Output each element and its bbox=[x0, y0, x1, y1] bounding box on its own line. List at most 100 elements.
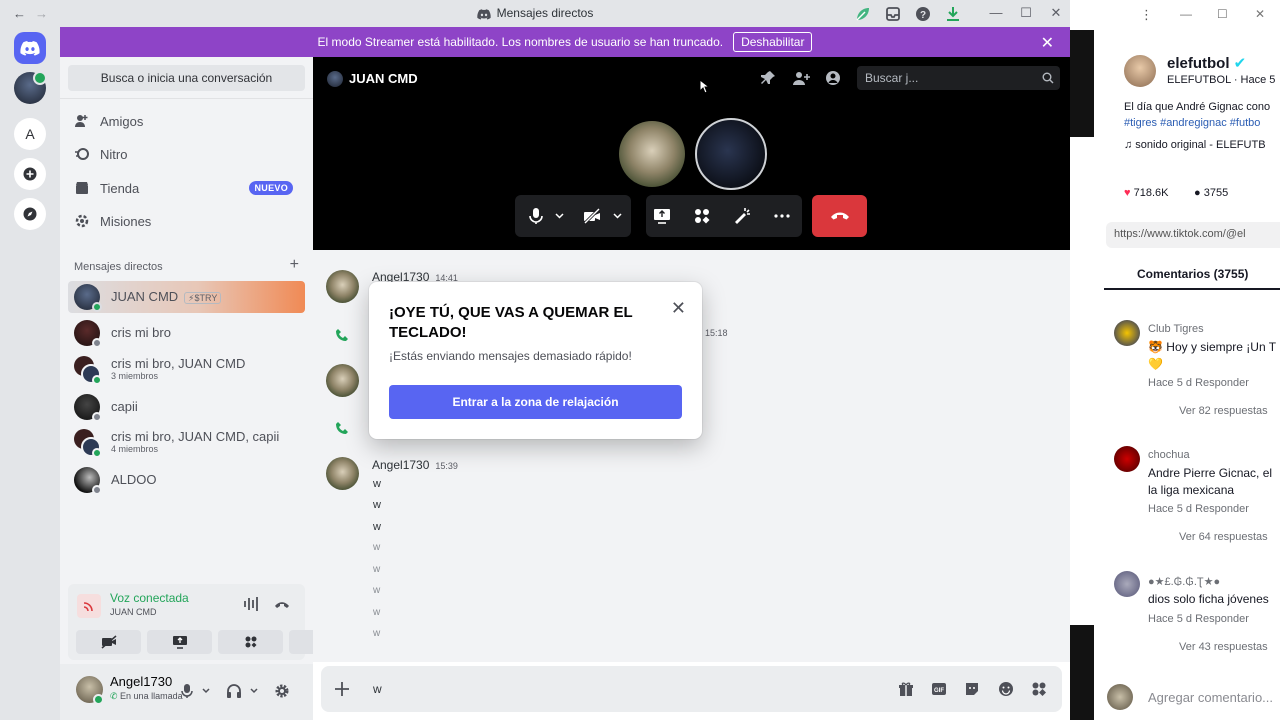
comment-meta[interactable]: Hace 5 d Responder bbox=[1148, 613, 1249, 625]
more-options-icon[interactable] bbox=[773, 207, 791, 225]
close-banner-button[interactable]: ✕ bbox=[1041, 33, 1054, 53]
chevron-down-icon[interactable] bbox=[613, 213, 622, 219]
account-name[interactable]: elefutbol ✔ bbox=[1167, 54, 1246, 72]
microphone-icon[interactable] bbox=[180, 683, 194, 699]
message-avatar[interactable] bbox=[326, 270, 359, 303]
comment-bubble-icon: ● bbox=[1194, 187, 1201, 199]
noise-suppression-icon[interactable] bbox=[243, 596, 261, 612]
video-sound[interactable]: ♫ sonido original - ELEFUTB bbox=[1124, 139, 1266, 151]
comment-avatar[interactable] bbox=[1114, 320, 1140, 346]
dm-item-capii[interactable]: capii bbox=[68, 391, 305, 423]
camera-off-icon[interactable] bbox=[583, 207, 601, 225]
comment-text: la liga mexicana bbox=[1148, 483, 1235, 497]
message-author[interactable]: Angel1730 15:39 bbox=[372, 458, 458, 472]
comment-user[interactable]: chochua bbox=[1148, 449, 1190, 461]
nav-shop[interactable]: Tienda bbox=[74, 175, 139, 201]
video-hashtags[interactable]: #tigres #andregignac #futbo bbox=[1124, 117, 1260, 129]
screen-share-button[interactable] bbox=[147, 630, 212, 654]
comment-user[interactable]: ●★£.₲.₲.Ʈ★● bbox=[1148, 575, 1220, 588]
chevron-down-icon[interactable] bbox=[250, 688, 258, 694]
close-window-button[interactable]: ✕ bbox=[1046, 4, 1066, 22]
comment-count[interactable]: ● 3755 bbox=[1194, 187, 1228, 199]
browser-minimize-button[interactable]: — bbox=[1180, 7, 1192, 21]
settings-gear-icon[interactable] bbox=[274, 683, 290, 699]
like-count[interactable]: ♥ 718.6K bbox=[1124, 187, 1168, 199]
share-link-field[interactable]: https://www.tiktok.com/@el bbox=[1106, 222, 1280, 248]
server-a[interactable]: A bbox=[14, 118, 46, 150]
plus-icon bbox=[23, 167, 37, 181]
headphones-icon[interactable] bbox=[226, 683, 242, 699]
browser-close-button[interactable]: ✕ bbox=[1255, 7, 1265, 21]
sticker-icon[interactable] bbox=[964, 681, 980, 697]
chevron-down-icon[interactable] bbox=[555, 213, 564, 219]
gif-icon[interactable]: GIF bbox=[931, 681, 947, 697]
add-comment-input[interactable]: Agregar comentario... bbox=[1148, 690, 1273, 705]
add-server-button[interactable] bbox=[14, 158, 46, 190]
add-friends-icon[interactable] bbox=[792, 70, 810, 86]
message-avatar[interactable] bbox=[326, 457, 359, 490]
comment-meta[interactable]: Hace 5 d Responder bbox=[1148, 377, 1249, 389]
comment-avatar[interactable] bbox=[1114, 446, 1140, 472]
dm-item-juan-cmd[interactable]: JUAN CMD ⚡$TRY bbox=[68, 281, 305, 313]
nav-nitro[interactable]: Nitro bbox=[74, 141, 127, 167]
activities-button[interactable] bbox=[218, 630, 283, 654]
explore-button[interactable] bbox=[14, 198, 46, 230]
nav-quests[interactable]: Misiones bbox=[74, 208, 151, 234]
browser-maximize-button[interactable]: ☐ bbox=[1217, 7, 1228, 21]
nav-shop-label: Tienda bbox=[100, 180, 140, 196]
apps-icon[interactable] bbox=[1031, 681, 1047, 697]
participant-avatar-angel[interactable] bbox=[619, 121, 685, 187]
create-dm-button[interactable]: + bbox=[290, 256, 299, 274]
nitro-leaf-icon[interactable] bbox=[854, 5, 872, 23]
maximize-button[interactable]: ☐ bbox=[1016, 4, 1036, 22]
message-avatar[interactable] bbox=[326, 364, 359, 397]
account-avatar[interactable] bbox=[1124, 55, 1156, 87]
message-input[interactable]: w bbox=[373, 682, 382, 696]
modal-close-button[interactable]: ✕ bbox=[671, 298, 686, 319]
dm-item-cris[interactable]: cris mi bro bbox=[68, 317, 305, 349]
microphone-icon[interactable] bbox=[527, 207, 545, 225]
search-input[interactable]: Buscar j... bbox=[857, 66, 1060, 90]
help-icon[interactable]: ? bbox=[914, 5, 932, 23]
soundboard-icon[interactable] bbox=[733, 207, 751, 225]
username[interactable]: Angel1730 bbox=[110, 674, 172, 689]
chevron-down-icon[interactable] bbox=[202, 688, 210, 694]
minimize-button[interactable]: — bbox=[986, 4, 1006, 22]
view-replies[interactable]: Ver 43 respuestas bbox=[1179, 641, 1268, 653]
attach-plus-icon[interactable] bbox=[334, 681, 350, 697]
enter-relax-zone-button[interactable]: Entrar a la zona de relajación bbox=[389, 385, 682, 419]
nav-friends-label: Amigos bbox=[100, 113, 144, 129]
search-conversation-button[interactable]: Busca o inicia una conversación bbox=[68, 65, 305, 91]
dm-item-aldoo[interactable]: ALDOO bbox=[68, 464, 305, 496]
direct-messages-home[interactable] bbox=[14, 32, 46, 64]
activities-icon[interactable] bbox=[693, 207, 711, 225]
screen-share-icon[interactable] bbox=[653, 207, 671, 225]
inbox-icon[interactable] bbox=[884, 5, 902, 23]
comment-user[interactable]: Club Tigres bbox=[1148, 323, 1204, 335]
comment-avatar[interactable] bbox=[1114, 571, 1140, 597]
message-composer[interactable]: w GIF bbox=[321, 666, 1062, 712]
voice-channel[interactable]: JUAN CMD bbox=[110, 607, 157, 617]
speaker-badge-icon bbox=[33, 71, 47, 85]
participant-avatar-juan[interactable] bbox=[695, 118, 767, 190]
pin-icon[interactable] bbox=[760, 70, 776, 86]
disable-streamer-button[interactable]: Deshabilitar bbox=[733, 32, 813, 52]
disconnect-icon[interactable] bbox=[273, 596, 291, 612]
view-replies[interactable]: Ver 82 respuestas bbox=[1179, 405, 1268, 417]
comment-meta[interactable]: Hace 5 d Responder bbox=[1148, 503, 1249, 515]
download-icon[interactable] bbox=[944, 5, 962, 23]
browser-menu-icon[interactable]: ⋮ bbox=[1140, 7, 1153, 23]
dm-item-group-4[interactable]: cris mi bro, JUAN CMD, capii 4 miembros bbox=[68, 427, 305, 459]
gift-icon[interactable] bbox=[898, 681, 914, 697]
slowmode-modal: ¡OYE TÚ, QUE VAS A QUEMAR EL TECLADO! ✕ … bbox=[369, 282, 702, 439]
view-replies[interactable]: Ver 64 respuestas bbox=[1179, 531, 1268, 543]
tiktok-comments-panel: elefutbol ✔ ELEFUTBOL · Hace 5 El día qu… bbox=[1094, 30, 1280, 720]
emoji-icon[interactable] bbox=[998, 681, 1014, 697]
user-profile-icon[interactable] bbox=[825, 70, 841, 86]
camera-toggle-button[interactable] bbox=[76, 630, 141, 654]
hang-up-button[interactable] bbox=[812, 195, 867, 237]
dm-item-group-3[interactable]: cris mi bro, JUAN CMD 3 miembros bbox=[68, 354, 305, 386]
voice-status[interactable]: Voz conectada bbox=[110, 591, 189, 605]
comments-tab[interactable]: Comentarios (3755) bbox=[1137, 267, 1248, 281]
nav-friends[interactable]: Amigos bbox=[74, 108, 143, 134]
